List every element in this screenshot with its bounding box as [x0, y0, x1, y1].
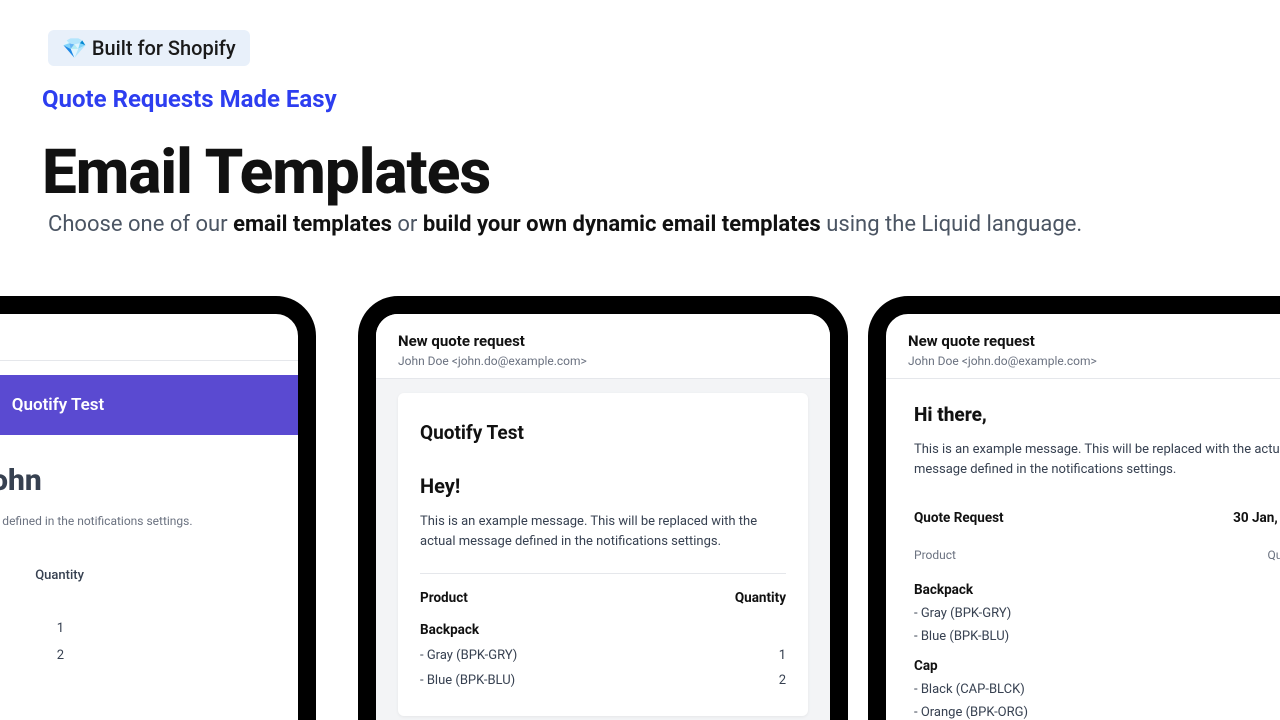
product-qty: 2 [57, 648, 64, 663]
divider [420, 573, 786, 574]
email-subject: New quote request [398, 332, 808, 350]
divider [376, 378, 830, 379]
email-from: John Doe <john.do@example.com> [908, 354, 1280, 368]
email-body: Hi there, This is an example message. Th… [886, 379, 1280, 720]
email-message: essage. This will be replaced with the a… [0, 514, 274, 528]
product-name: - Orange (BPK-ORG) [914, 705, 1028, 720]
table-header-quantity: Quantity [35, 568, 84, 583]
page-title: Email Templates [42, 136, 490, 209]
sub-text: or [392, 212, 423, 237]
built-for-shopify-badge: 💎 Built for Shopify [48, 30, 250, 66]
email-template-preview-1: ple.com> Quotify Test Hey John essage. T… [0, 296, 316, 720]
sub-bold-2: build your own dynamic email templates [423, 212, 821, 237]
sub-text: Choose one of our [48, 212, 233, 237]
product-name: - Gray (BPK-GRY) [420, 648, 517, 663]
email-title: Quotify Test [420, 421, 786, 444]
product-qty: 1 [57, 621, 64, 636]
table-header-product: Product [914, 548, 956, 562]
tagline: Quote Requests Made Easy [42, 85, 337, 113]
product-name: - Gray (BPK-GRY) [914, 606, 1011, 621]
table-row: - Orange (BPK-ORG) 1 [914, 705, 1280, 720]
email-subject: New quote request [908, 332, 1280, 350]
table-row: - Gray (BPK-GRY) 1 [420, 648, 786, 663]
email-message: This is an example message. This will be… [420, 512, 786, 551]
email-template-preview-3: New quote request John Doe <john.do@exam… [868, 296, 1280, 720]
email-greeting: Hi there, [914, 403, 1280, 426]
email-banner: Quotify Test [0, 375, 298, 435]
email-template-preview-2: New quote request John Doe <john.do@exam… [358, 296, 848, 720]
email-header: ple.com> [0, 314, 298, 360]
divider [0, 360, 298, 361]
table-row: - Blue (BPK-BLU) 2 [420, 673, 786, 688]
quote-request-label: Quote Request [914, 510, 1004, 526]
product-group: Cap [914, 658, 1280, 674]
product-qty: 2 [779, 673, 786, 688]
email-header: New quote request John Doe <john.do@exam… [376, 314, 830, 378]
table-row: - Blue (BPK-BLU) 2 [914, 629, 1280, 644]
email-body: Hey John essage. This will be replaced w… [0, 435, 298, 669]
table-row: - Gray (BPK-GRY) 1 [914, 606, 1280, 621]
product-group: Backpack [914, 582, 1280, 598]
product-group: Backpack [420, 622, 786, 638]
table-header-product: Product [420, 590, 468, 606]
table-row: ) 1 [0, 615, 274, 642]
sub-text: using the Liquid language. [821, 212, 1082, 237]
table-row: ) 2 [0, 642, 274, 669]
product-name: - Blue (BPK-BLU) [914, 629, 1009, 644]
product-name: - Blue (BPK-BLU) [420, 673, 515, 688]
table-header-quantity: Quantity [735, 590, 786, 606]
quote-date: 30 Jan, 2024 [1233, 510, 1280, 526]
table-row: - Black (CAP-BLCK) 2 [914, 682, 1280, 697]
email-greeting: Hey! [420, 474, 786, 498]
email-greeting: Hey John [0, 463, 274, 498]
product-qty: 1 [779, 648, 786, 663]
email-from: ple.com> [0, 336, 276, 350]
page-subtitle: Choose one of our email templates or bui… [48, 212, 1082, 237]
email-header: New quote request John Doe <john.do@exam… [886, 314, 1280, 378]
product-name: - Black (CAP-BLCK) [914, 682, 1025, 697]
table-header-quantity: Quantity [1268, 548, 1280, 562]
email-card: Quotify Test Hey! This is an example mes… [398, 393, 808, 716]
email-from: John Doe <john.do@example.com> [398, 354, 808, 368]
email-message: This is an example message. This will be… [914, 440, 1280, 480]
sub-bold-1: email templates [233, 212, 392, 237]
